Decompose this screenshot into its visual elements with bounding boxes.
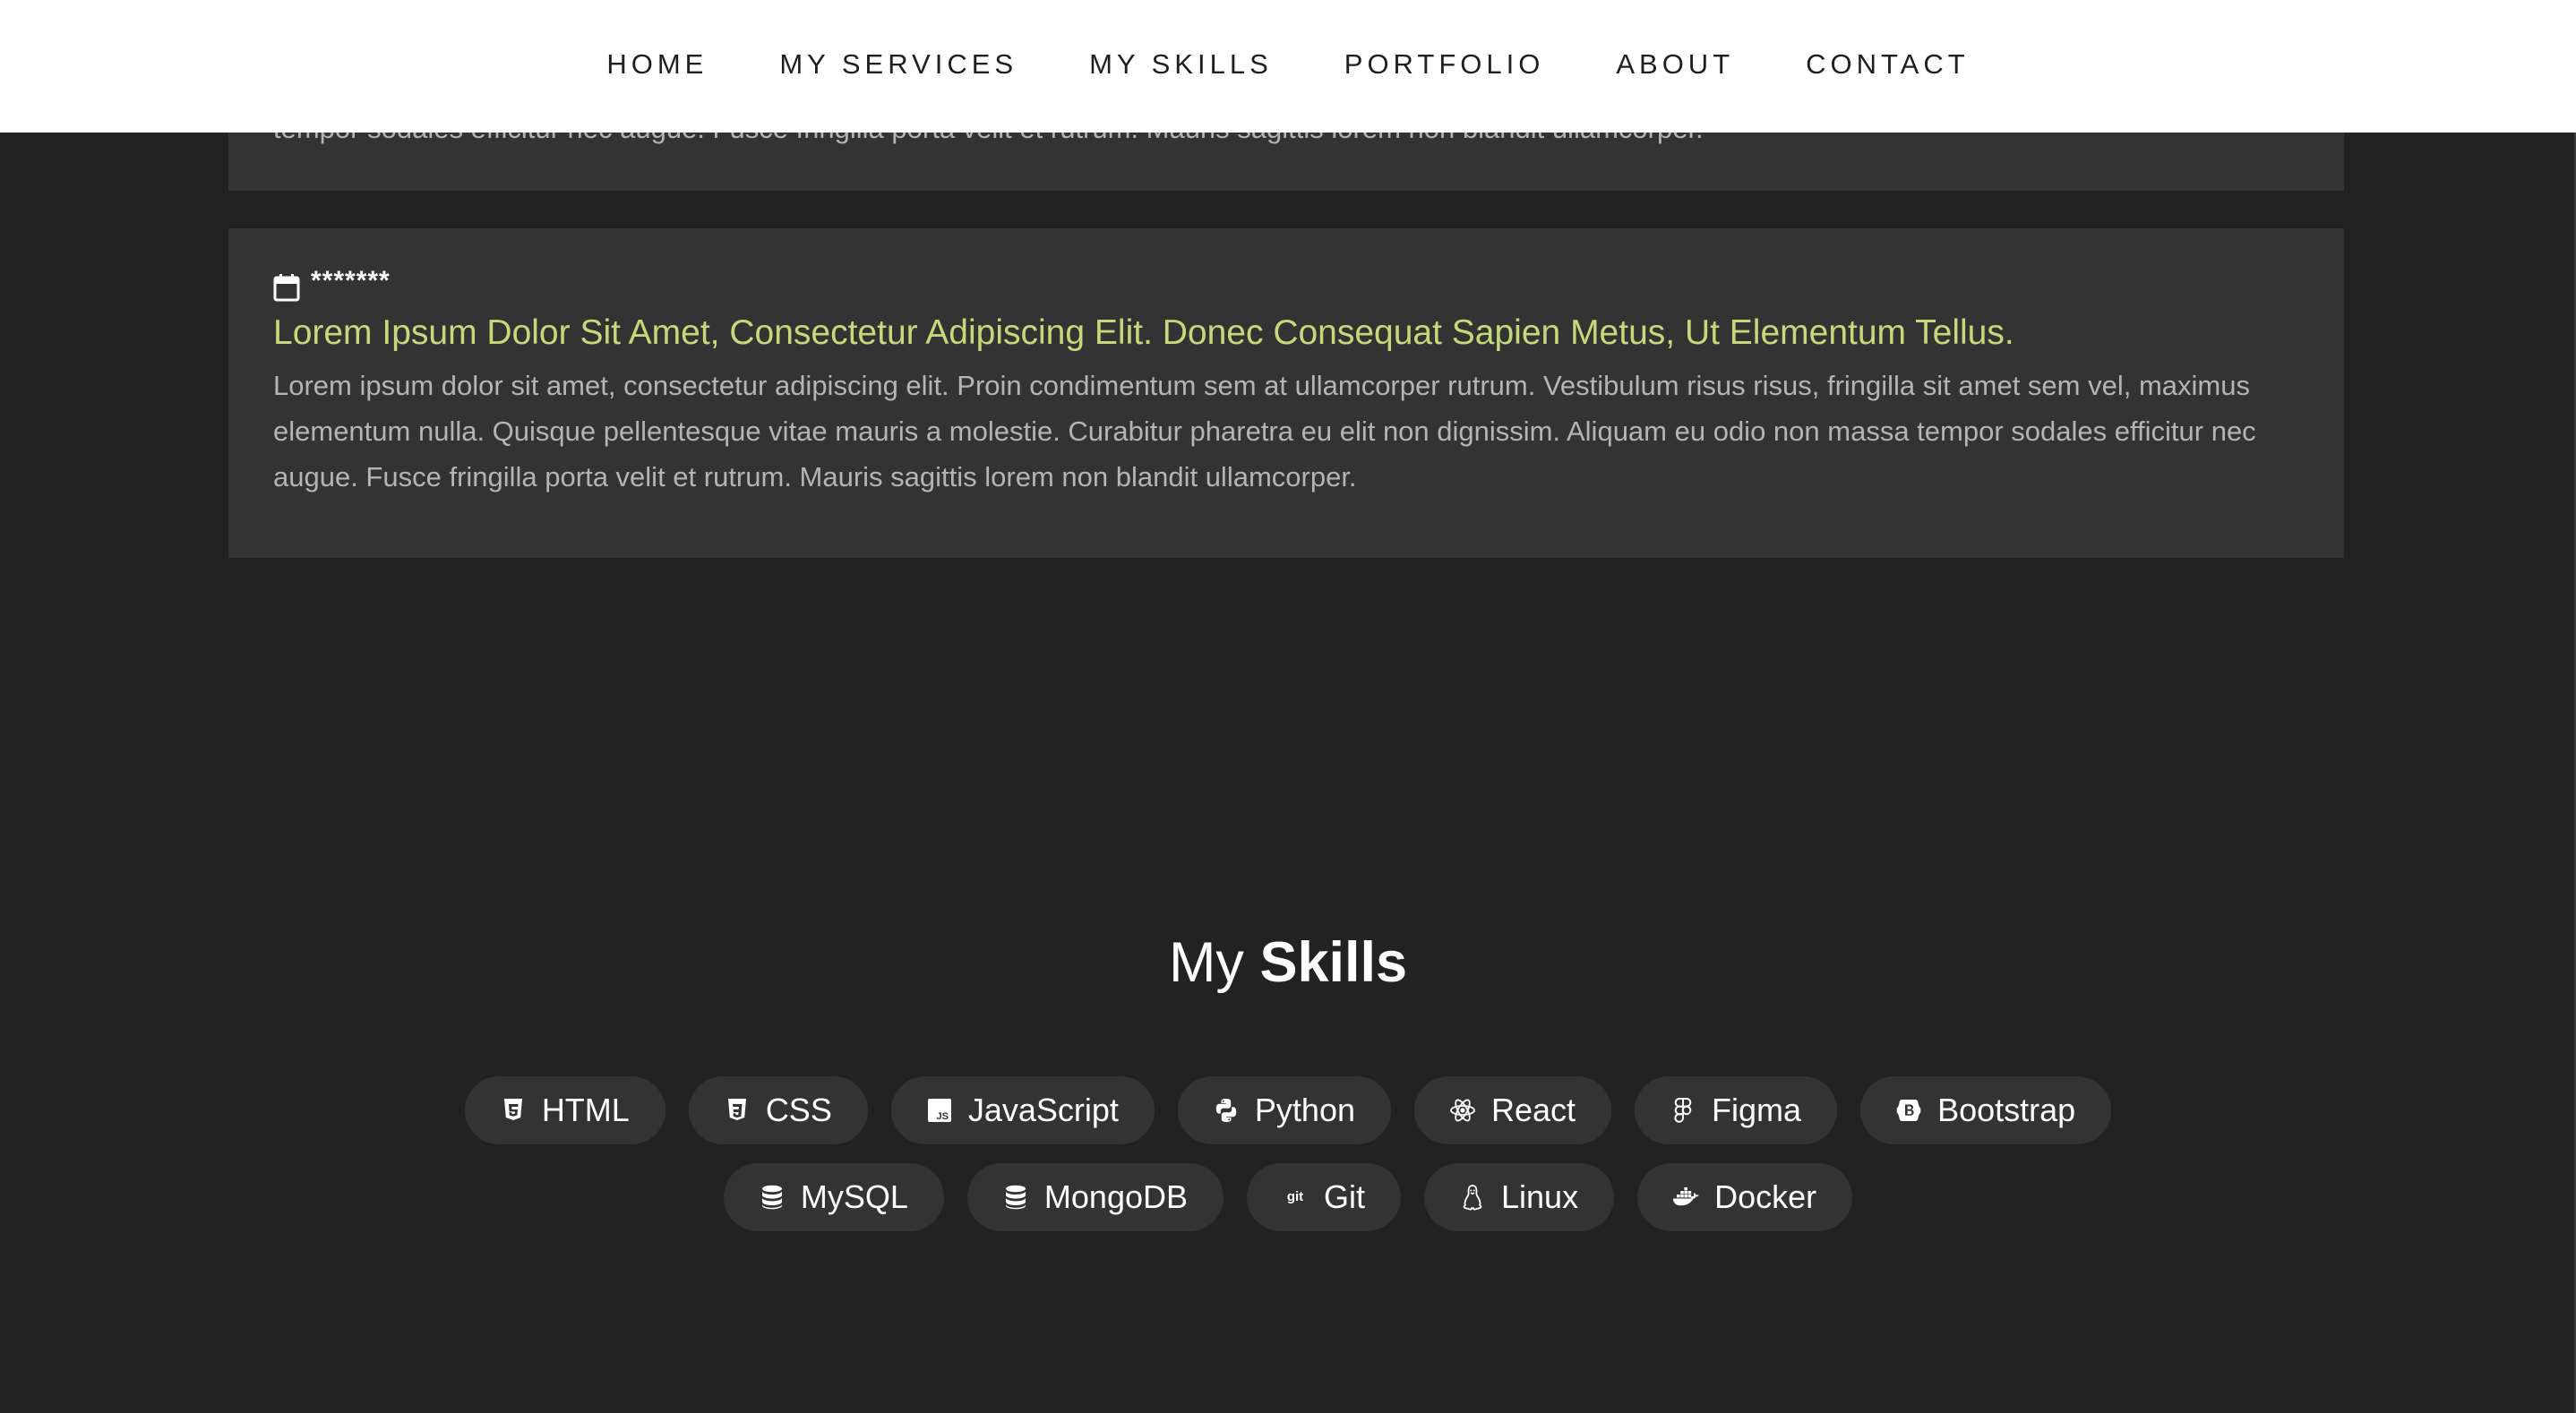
css3-icon (723, 1096, 751, 1125)
nav-link-portfolio[interactable]: PORTFOLIO (1344, 48, 1545, 80)
skill-label: Docker (1714, 1178, 1817, 1215)
nav-item-about: ABOUT (1616, 48, 1734, 81)
docker-icon (1671, 1183, 1700, 1212)
figma-icon (1669, 1096, 1697, 1125)
python-icon (1212, 1096, 1241, 1125)
post-title[interactable]: Lorem Ipsum Dolor Sit Amet, Consectetur … (273, 311, 2299, 355)
skill-label: MySQL (800, 1178, 908, 1215)
skill-label: MongoDB (1043, 1178, 1188, 1215)
post-excerpt: Lorem ipsum dolor sit amet, consectetur … (273, 370, 2256, 492)
nav-menu: HOME MY SERVICES MY SKILLS PORTFOLIO ABO… (606, 48, 1969, 81)
skills-heading: My Skills (0, 927, 2576, 998)
skill-pill-react: React (1414, 1076, 1612, 1144)
skill-pill-docker: Docker (1637, 1163, 1853, 1231)
skills-row-1: HTML CSS JS JavaScript Python React Figm… (0, 1076, 2576, 1144)
javascript-icon: JS (925, 1096, 954, 1125)
post-date: ******* (311, 266, 391, 295)
database-icon (1001, 1183, 1030, 1212)
skill-label: Bootstrap (1937, 1092, 2076, 1128)
post-date-row: ******* (273, 266, 2299, 302)
nav-link-contact[interactable]: CONTACT (1806, 48, 1970, 80)
skill-pill-python: Python (1177, 1076, 1391, 1144)
skill-pill-bootstrap: Bootstrap (1860, 1076, 2112, 1144)
linux-icon (1458, 1183, 1487, 1212)
skill-label: HTML (541, 1092, 630, 1128)
svg-text:git: git (1287, 1189, 1303, 1204)
skills-heading-light: My (1168, 931, 1244, 994)
skill-label: Figma (1712, 1092, 1802, 1128)
nav-item-portfolio: PORTFOLIO (1344, 48, 1545, 81)
top-navbar: HOME MY SERVICES MY SKILLS PORTFOLIO ABO… (0, 0, 2576, 133)
blog-post-card: ******* Lorem Ipsum Dolor Sit Amet, Cons… (228, 228, 2344, 558)
bootstrap-icon (1894, 1096, 1923, 1125)
skill-pill-figma: Figma (1635, 1076, 1838, 1144)
skill-pill-javascript: JS JavaScript (890, 1076, 1155, 1144)
skill-label: JavaScript (967, 1092, 1119, 1128)
skill-label: Git (1324, 1178, 1366, 1215)
database-icon (758, 1183, 786, 1212)
skill-pill-mongodb: MongoDB (966, 1163, 1224, 1231)
skills-heading-bold: Skills (1259, 931, 1408, 994)
skills-row-2: MySQL MongoDB git Git Linux Docker (0, 1163, 2576, 1231)
git-icon: git (1281, 1183, 1309, 1212)
skill-label: Linux (1501, 1178, 1579, 1215)
nav-item-my-services: MY SERVICES (779, 48, 1018, 81)
nav-link-my-services[interactable]: MY SERVICES (779, 48, 1018, 80)
nav-link-home[interactable]: HOME (606, 48, 708, 80)
nav-item-my-skills: MY SKILLS (1089, 48, 1273, 81)
skill-pill-css: CSS (688, 1076, 868, 1144)
skill-label: CSS (765, 1092, 832, 1128)
skill-pill-git: git Git (1247, 1163, 1402, 1231)
nav-link-my-skills[interactable]: MY SKILLS (1089, 48, 1273, 80)
nav-item-home: HOME (606, 48, 708, 81)
calendar-icon (273, 273, 300, 302)
nav-link-about[interactable]: ABOUT (1616, 48, 1734, 80)
skill-pill-linux: Linux (1424, 1163, 1615, 1231)
skill-pill-mysql: MySQL (723, 1163, 944, 1231)
svg-text:JS: JS (936, 1111, 948, 1122)
skill-label: React (1491, 1092, 1576, 1128)
nav-item-contact: CONTACT (1806, 48, 1970, 81)
html5-icon (499, 1096, 528, 1125)
skill-pill-html: HTML (464, 1076, 665, 1144)
skill-label: Python (1254, 1092, 1355, 1128)
react-icon (1448, 1096, 1477, 1125)
